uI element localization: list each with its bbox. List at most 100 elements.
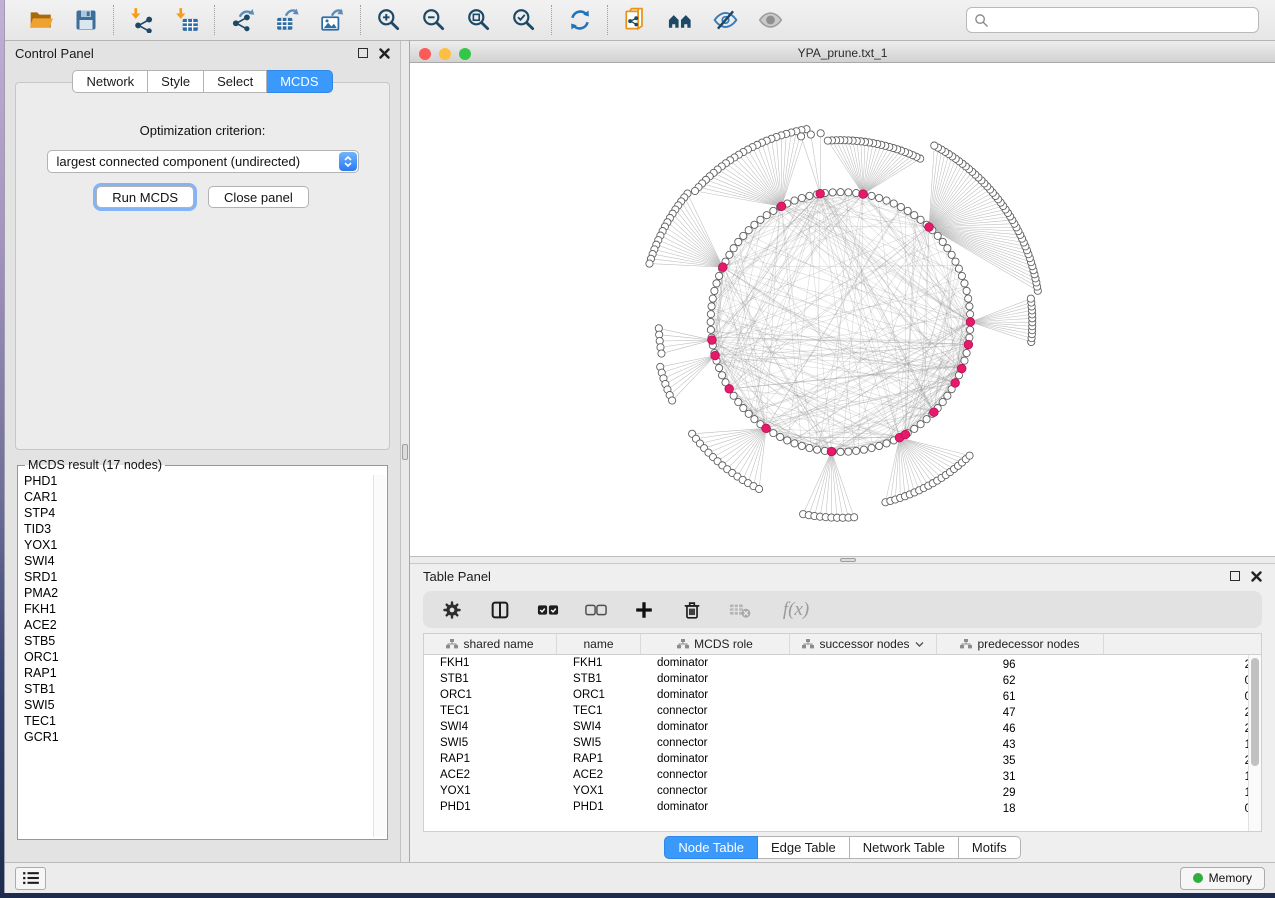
- select-all-columns-icon[interactable]: [536, 598, 560, 622]
- close-panel-icon[interactable]: [1251, 571, 1262, 582]
- mcds-list-item[interactable]: STP4: [24, 505, 373, 521]
- column-header-name[interactable]: name: [557, 634, 641, 654]
- graph-node: [966, 303, 973, 310]
- tab-mcds[interactable]: MCDS: [267, 70, 332, 93]
- maximize-window-icon[interactable]: [459, 48, 471, 60]
- cell-predecessor-nodes: 1: [1026, 784, 1262, 799]
- mcds-list-item[interactable]: ACE2: [24, 617, 373, 633]
- import-table-icon[interactable]: [173, 7, 200, 34]
- close-panel-icon[interactable]: [379, 48, 390, 59]
- apply-preferred-layout-icon[interactable]: [566, 7, 593, 34]
- mcds-result-title: MCDS result (17 nodes): [25, 458, 165, 472]
- deselect-all-columns-icon[interactable]: [584, 598, 608, 622]
- cell-shared-name: SWI4: [424, 721, 557, 733]
- mcds-list-item[interactable]: STB5: [24, 633, 373, 649]
- status-bar: Memory: [5, 862, 1275, 893]
- float-panel-icon[interactable]: [1230, 571, 1240, 581]
- mcds-list-item[interactable]: RAP1: [24, 665, 373, 681]
- table-row[interactable]: STB1STB1dominator620: [424, 671, 1261, 687]
- mcds-result-scrollbar[interactable]: [373, 475, 386, 837]
- mcds-list-item[interactable]: FKH1: [24, 601, 373, 617]
- graph-node: [944, 245, 951, 252]
- tab-node-table[interactable]: Node Table: [664, 836, 758, 859]
- mcds-list-item[interactable]: SRD1: [24, 569, 373, 585]
- graph-node: [806, 444, 813, 451]
- optimization-criterion-select[interactable]: largest connected component (undirected): [47, 150, 359, 173]
- table-row[interactable]: RAP1RAP1dominator352: [424, 751, 1261, 767]
- open-session-icon[interactable]: [27, 7, 54, 34]
- cell-shared-name: PHD1: [424, 801, 557, 813]
- column-header-shared-name[interactable]: shared name: [424, 634, 557, 654]
- cell-name: FKH1: [557, 657, 641, 669]
- mcds-list-item[interactable]: SWI4: [24, 553, 373, 569]
- gear-icon[interactable]: [440, 598, 464, 622]
- mcds-list-item[interactable]: GCR1: [24, 729, 373, 745]
- export-image-icon[interactable]: [319, 7, 346, 34]
- tab-network[interactable]: Network: [72, 70, 148, 93]
- mcds-list-item[interactable]: ORC1: [24, 649, 373, 665]
- first-neighbors-icon[interactable]: [667, 7, 694, 34]
- splitter-grip[interactable]: [402, 444, 408, 460]
- search-box[interactable]: [966, 7, 1259, 33]
- zoom-selected-icon[interactable]: [510, 7, 537, 34]
- cytoscape-window: Control Panel NetworkStyleSelectMCDS Opt…: [4, 0, 1275, 893]
- task-history-button[interactable]: [15, 867, 46, 890]
- mcds-list-item[interactable]: SWI5: [24, 697, 373, 713]
- mcds-list-item[interactable]: TEC1: [24, 713, 373, 729]
- mcds-list-item[interactable]: PMA2: [24, 585, 373, 601]
- minimize-window-icon[interactable]: [439, 48, 451, 60]
- table-scrollbar[interactable]: [1248, 655, 1261, 831]
- cell-MCDS-role: connector: [641, 785, 790, 797]
- export-network-icon[interactable]: [229, 7, 256, 34]
- mcds-list-item[interactable]: CAR1: [24, 489, 373, 505]
- float-panel-icon[interactable]: [358, 48, 368, 58]
- scrollbar-thumb[interactable]: [1251, 658, 1259, 766]
- column-header-predecessor-nodes[interactable]: predecessor nodes: [937, 634, 1104, 654]
- zoom-fit-icon[interactable]: [465, 7, 492, 34]
- import-network-icon[interactable]: [128, 7, 155, 34]
- save-session-icon[interactable]: [72, 7, 99, 34]
- graph-node: [740, 404, 747, 411]
- main-toolbar: [5, 0, 1275, 41]
- tab-motifs[interactable]: Motifs: [959, 836, 1021, 859]
- delete-column-icon[interactable]: [680, 598, 704, 622]
- horizontal-splitter[interactable]: [410, 557, 1275, 564]
- tab-select[interactable]: Select: [204, 70, 267, 93]
- new-network-from-selection-icon[interactable]: [622, 7, 649, 34]
- network-graph[interactable]: [410, 63, 1275, 556]
- tab-network-table[interactable]: Network Table: [850, 836, 959, 859]
- mcds-list-item[interactable]: STB1: [24, 681, 373, 697]
- table-row[interactable]: ACE2ACE2connector311: [424, 767, 1261, 783]
- export-table-icon[interactable]: [274, 7, 301, 34]
- column-header-successor-nodes[interactable]: successor nodes: [790, 634, 937, 654]
- zoom-in-icon[interactable]: [375, 7, 402, 34]
- table-row[interactable]: ORC1ORC1dominator610: [424, 687, 1261, 703]
- table-row[interactable]: TEC1TEC1connector472: [424, 703, 1261, 719]
- table-row[interactable]: FKH1FKH1dominator962: [424, 655, 1261, 671]
- table-row[interactable]: SWI5SWI5connector431: [424, 735, 1261, 751]
- zoom-out-icon[interactable]: [420, 7, 447, 34]
- search-input[interactable]: [995, 13, 1251, 28]
- run-mcds-button[interactable]: Run MCDS: [96, 186, 194, 208]
- hide-selected-icon[interactable]: [712, 7, 739, 34]
- split-columns-icon[interactable]: [488, 598, 512, 622]
- memory-button[interactable]: Memory: [1180, 867, 1265, 890]
- graph-node: [715, 364, 722, 371]
- mcds-list-item[interactable]: YOX1: [24, 537, 373, 553]
- mcds-list-item[interactable]: PHD1: [24, 473, 373, 489]
- mcds-list-item[interactable]: TID3: [24, 521, 373, 537]
- add-column-icon[interactable]: [632, 598, 656, 622]
- tab-edge-table[interactable]: Edge Table: [758, 836, 850, 859]
- splitter-grip[interactable]: [840, 558, 856, 562]
- table-row[interactable]: SWI4SWI4dominator462: [424, 719, 1261, 735]
- mcds-result-list[interactable]: PHD1CAR1STP4TID3YOX1SWI4SRD1PMA2FKH1ACE2…: [18, 472, 387, 839]
- graph-node: [845, 189, 852, 196]
- table-row[interactable]: PHD1PHD1dominator180: [424, 799, 1261, 815]
- close-panel-button[interactable]: Close panel: [208, 186, 309, 208]
- close-window-icon[interactable]: [419, 48, 431, 60]
- table-row[interactable]: YOX1YOX1connector291: [424, 783, 1261, 799]
- network-canvas[interactable]: [410, 63, 1275, 556]
- vertical-splitter[interactable]: [400, 41, 410, 862]
- tab-style[interactable]: Style: [148, 70, 204, 93]
- column-header-MCDS-role[interactable]: MCDS role: [641, 634, 790, 654]
